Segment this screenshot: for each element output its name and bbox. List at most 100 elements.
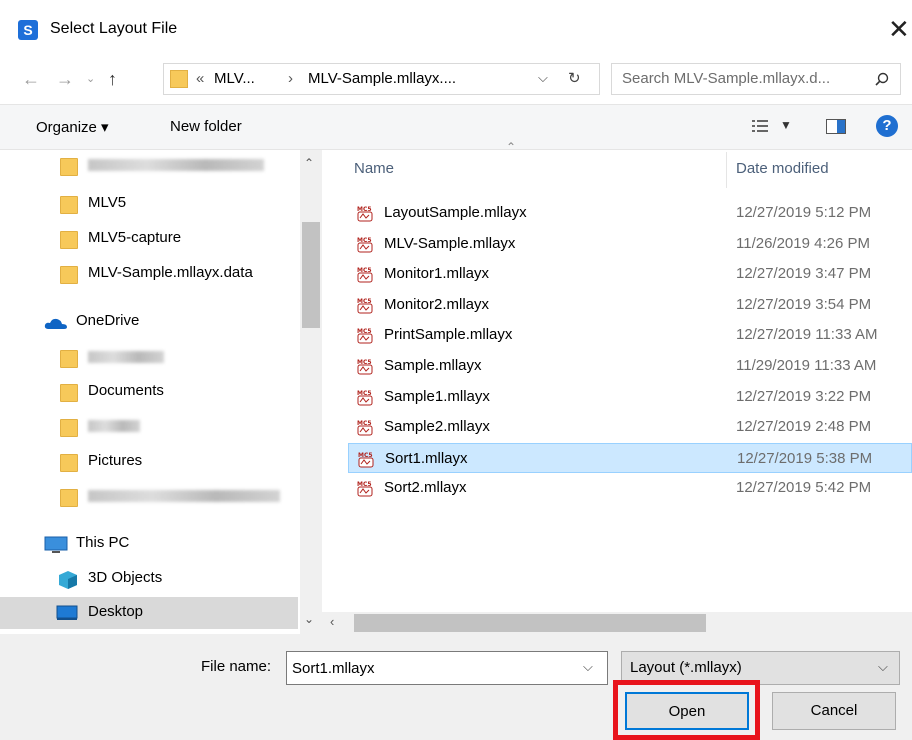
nav-item-mlv-sample-data[interactable]: MLV-Sample.mllayx.data (0, 258, 298, 290)
file-date: 12/27/2019 2:48 PM (736, 418, 872, 436)
folder-icon (60, 419, 78, 437)
nav-item-onedrive[interactable]: OneDrive (0, 306, 298, 338)
folder-icon (60, 350, 78, 368)
column-divider[interactable] (726, 152, 727, 188)
file-row[interactable]: MC5 PrintSample.mllayx 12/27/2019 11:33 AM (348, 320, 912, 350)
search-icon[interactable] (874, 72, 890, 88)
folder-icon (60, 489, 78, 507)
folder-icon (60, 266, 78, 284)
nav-item-blurred[interactable] (0, 150, 298, 182)
nav-item-3d-objects[interactable]: 3D Objects (0, 563, 298, 595)
help-icon[interactable]: ? (876, 115, 898, 137)
file-name: Sample.mllayx (384, 357, 482, 374)
recent-locations-chevron-icon[interactable]: ⌄ (86, 64, 95, 94)
file-date: 12/27/2019 5:12 PM (736, 204, 872, 221)
column-header-date-modified[interactable]: Date modified (736, 160, 829, 177)
preview-pane-icon[interactable] (826, 119, 846, 134)
up-arrow-icon[interactable]: ↑ (108, 64, 117, 94)
file-row[interactable]: MC5 Sample2.mllayx 12/27/2019 2:48 PM (348, 412, 912, 442)
nav-item-label: MLV5-capture (88, 229, 182, 246)
nav-item-blurred[interactable] (0, 481, 298, 513)
close-icon[interactable]: ✕ (888, 14, 910, 44)
nav-item-blurred[interactable] (0, 411, 298, 443)
file-name-combobox[interactable]: Sort1.mllayx ⌵ (286, 651, 608, 685)
cancel-button[interactable]: Cancel (772, 692, 896, 730)
nav-item-label: MLV-Sample.mllayx.data (88, 264, 253, 281)
nav-item-this-pc[interactable]: This PC (0, 528, 298, 560)
back-arrow-icon[interactable]: ← (22, 64, 40, 94)
search-placeholder: Search MLV-Sample.mllayx.d... (622, 70, 831, 87)
file-name-value[interactable]: Sort1.mllayx (292, 660, 375, 677)
refresh-icon[interactable]: ↻ (568, 69, 581, 87)
cancel-button-label: Cancel (810, 702, 858, 719)
mllayx-file-icon: MC5 (357, 267, 373, 283)
nav-item-documents[interactable]: Documents (0, 376, 298, 408)
nav-item-label: 3D Objects (88, 569, 163, 586)
file-row[interactable]: MC5 Sample1.mllayx 12/27/2019 3:22 PM (348, 382, 912, 412)
open-button-highlight-box (613, 680, 760, 740)
nav-item-blurred[interactable] (0, 342, 298, 374)
view-options-icon[interactable] (752, 119, 768, 133)
nav-item-label: MLV5 (88, 194, 127, 211)
breadcrumb-overflow[interactable]: « (196, 70, 204, 87)
blurred-label (88, 159, 264, 171)
nav-scroll-thumb[interactable] (302, 222, 320, 328)
nav-item-mlv5[interactable]: MLV5 (0, 188, 298, 220)
breadcrumb-mlv[interactable]: MLV... (214, 70, 255, 87)
window-title: Select Layout File (50, 20, 178, 37)
forward-arrow-icon[interactable]: → (56, 64, 74, 94)
nav-item-label: Pictures (88, 452, 143, 469)
mllayx-file-icon: MC5 (357, 298, 373, 314)
desktop-icon (56, 605, 78, 620)
mllayx-file-icon: MC5 (357, 420, 373, 436)
folder-icon (170, 70, 188, 88)
nav-item-label: This PC (76, 534, 130, 551)
search-box[interactable]: Search MLV-Sample.mllayx.d... (611, 63, 901, 95)
new-folder-button[interactable]: New folder (170, 118, 242, 135)
blurred-label (88, 490, 280, 502)
organize-button[interactable]: Organize ▾ (36, 118, 109, 136)
scroll-up-arrow-icon[interactable]: ⌃ (304, 156, 314, 170)
nav-item-label: OneDrive (76, 312, 140, 329)
file-row[interactable]: MC5 LayoutSample.mllayx 12/27/2019 5:12 PM (348, 198, 912, 228)
file-date: 11/26/2019 4:26 PM (736, 234, 870, 252)
file-row[interactable]: MC5 Sort1.mllayx 12/27/2019 5:38 PM (348, 442, 912, 473)
breadcrumb-current[interactable]: MLV-Sample.mllayx.... (308, 70, 456, 87)
file-row[interactable]: MC5 Sort2.mllayx 12/27/2019 5:42 PM (348, 473, 912, 503)
address-bar[interactable]: « MLV... › MLV-Sample.mllayx.... ⌵ ↻ (163, 63, 600, 95)
file-type-chevron-icon[interactable]: ⌵ (878, 659, 888, 675)
nav-item-pictures[interactable]: Pictures (0, 446, 298, 478)
mllayx-file-icon: MC5 (357, 481, 373, 497)
folder-icon (60, 384, 78, 402)
file-date: 12/27/2019 11:33 AM (736, 326, 878, 344)
file-row[interactable]: MC5 Monitor1.mllayx 12/27/2019 3:47 PM (348, 259, 912, 289)
file-name-dropdown-chevron-icon[interactable]: ⌵ (583, 659, 593, 675)
mllayx-file-icon: MC5 (357, 237, 373, 253)
file-name: Sample1.mllayx (384, 387, 490, 405)
horizontal-scroll-thumb[interactable] (354, 614, 706, 632)
file-name: Sort2.mllayx (384, 479, 467, 497)
file-date: 12/27/2019 3:22 PM (736, 387, 872, 405)
column-header-name[interactable]: Name (354, 160, 394, 177)
nav-item-mlv5-capture[interactable]: MLV5-capture (0, 223, 298, 255)
breadcrumb-separator[interactable]: › (288, 70, 293, 87)
file-date: 12/27/2019 3:54 PM (736, 295, 872, 313)
mllayx-file-icon: MC5 (357, 359, 373, 375)
file-date: 11/29/2019 11:33 AM (736, 357, 877, 374)
nav-item-desktop[interactable]: Desktop (0, 597, 298, 629)
file-name: Monitor2.mllayx (384, 295, 490, 313)
file-name-label: File name: (201, 658, 272, 675)
file-row[interactable]: MC5 MLV-Sample.mllayx 11/26/2019 4:26 PM (348, 229, 912, 259)
nav-item-label: Documents (88, 382, 164, 399)
file-name: Monitor1.mllayx (384, 265, 490, 283)
scroll-down-arrow-icon[interactable]: ⌄ (304, 612, 314, 626)
blurred-label (88, 351, 164, 363)
address-dropdown-chevron-icon[interactable]: ⌵ (538, 70, 548, 86)
file-row[interactable]: MC5 Sample.mllayx 11/29/2019 11:33 AM (348, 351, 912, 381)
view-options-chevron-icon[interactable]: ▼ (780, 118, 792, 132)
computer-icon (44, 536, 68, 553)
app-icon: S (18, 20, 38, 40)
folder-icon (60, 454, 78, 472)
file-row[interactable]: MC5 Monitor2.mllayx 12/27/2019 3:54 PM (348, 290, 912, 320)
scroll-left-arrow-icon[interactable]: ‹ (330, 614, 334, 629)
